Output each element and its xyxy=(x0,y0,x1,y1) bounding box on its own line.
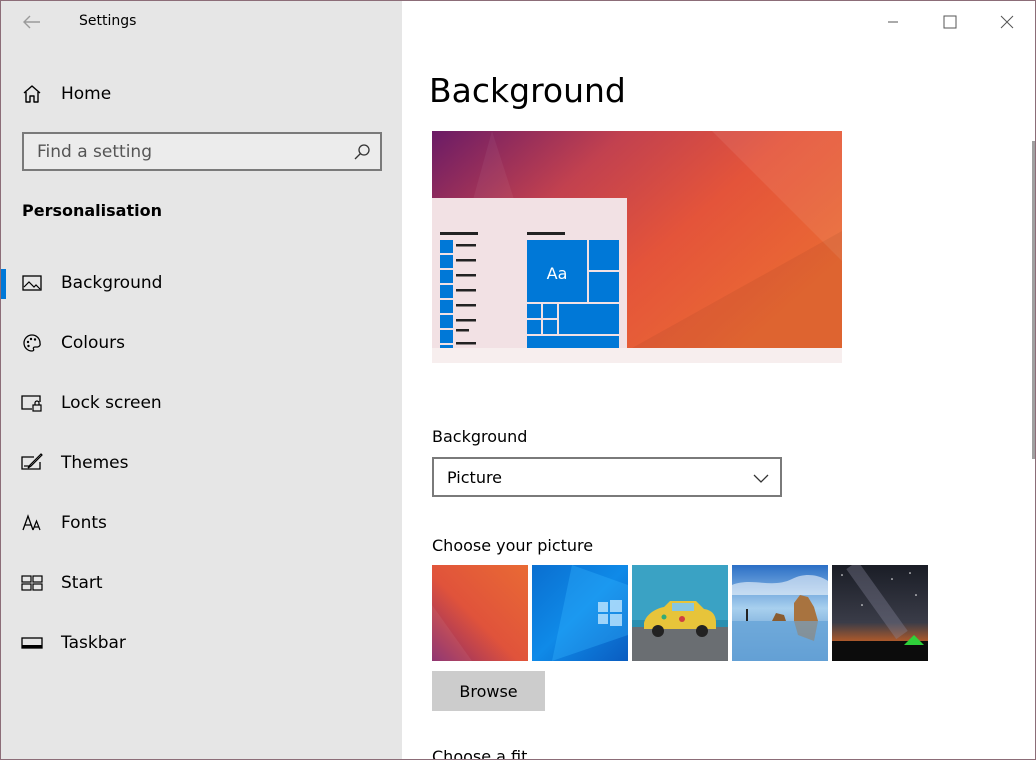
sidebar-item-lock-screen[interactable]: Lock screen xyxy=(1,381,402,425)
search-icon xyxy=(354,144,370,160)
sidebar-item-label: Taskbar xyxy=(61,633,126,653)
sidebar-item-label: Lock screen xyxy=(61,393,162,413)
sidebar-item-label: Background xyxy=(61,273,163,293)
minimize-button[interactable] xyxy=(870,7,916,37)
minimize-icon xyxy=(888,21,898,23)
sidebar-item-themes[interactable]: Themes xyxy=(1,441,402,485)
close-button[interactable] xyxy=(984,7,1030,37)
sidebar-item-background[interactable]: Background xyxy=(1,261,402,305)
app-title: Settings xyxy=(79,13,137,29)
choose-picture-label: Choose your picture xyxy=(432,536,594,555)
browse-button[interactable]: Browse xyxy=(432,671,545,711)
maximize-icon xyxy=(943,15,957,29)
back-arrow-icon xyxy=(23,15,40,29)
sidebar-item-label: Themes xyxy=(61,453,129,473)
home-label: Home xyxy=(61,84,112,104)
background-label: Background xyxy=(432,427,528,446)
background-dropdown-value: Picture xyxy=(447,468,503,487)
preview-sample-text: Aa xyxy=(547,264,568,283)
sidebar-item-fonts[interactable]: Fonts xyxy=(1,501,402,545)
sidebar-item-start[interactable]: Start xyxy=(1,561,402,605)
home-icon xyxy=(21,83,43,105)
sidebar-item-label: Colours xyxy=(61,333,126,353)
main-content: Background Aa Background Picture Choose … xyxy=(402,1,1035,760)
picture-thumbnail-4[interactable] xyxy=(732,565,828,661)
taskbar-icon xyxy=(21,632,43,654)
sidebar-item-label: Start xyxy=(61,573,103,593)
close-icon xyxy=(1000,15,1014,29)
picture-thumbnail-3[interactable] xyxy=(632,565,728,661)
desktop-preview: Aa xyxy=(432,131,842,363)
page-title: Background xyxy=(429,71,626,110)
fonts-icon xyxy=(21,512,43,534)
search-box[interactable] xyxy=(22,132,382,171)
sidebar-item-colours[interactable]: Colours xyxy=(1,321,402,365)
picture-thumbnail-5[interactable] xyxy=(832,565,928,661)
sidebar: Settings Home Personalisation Background… xyxy=(1,1,402,759)
selection-indicator xyxy=(1,269,6,299)
chevron-down-icon xyxy=(753,474,769,483)
sidebar-item-taskbar[interactable]: Taskbar xyxy=(1,621,402,665)
section-title: Personalisation xyxy=(22,201,162,220)
home-link[interactable]: Home xyxy=(1,73,402,115)
palette-icon xyxy=(21,332,43,354)
scrollbar[interactable] xyxy=(1032,141,1035,459)
picture-thumbnail-2[interactable] xyxy=(532,565,628,661)
maximize-button[interactable] xyxy=(927,7,973,37)
picture-icon xyxy=(21,272,43,294)
back-button[interactable] xyxy=(15,7,49,37)
themes-icon xyxy=(21,452,43,474)
search-input[interactable] xyxy=(24,134,344,169)
choose-fit-label: Choose a fit xyxy=(432,747,528,760)
background-dropdown[interactable]: Picture xyxy=(432,457,782,497)
preview-wallpaper: Aa xyxy=(432,131,842,363)
lock-screen-icon xyxy=(21,392,43,414)
picture-thumbnail-1[interactable] xyxy=(432,565,528,661)
sidebar-item-label: Fonts xyxy=(61,513,107,533)
start-icon xyxy=(21,572,43,594)
settings-window: Settings Home Personalisation Background… xyxy=(0,0,1036,760)
